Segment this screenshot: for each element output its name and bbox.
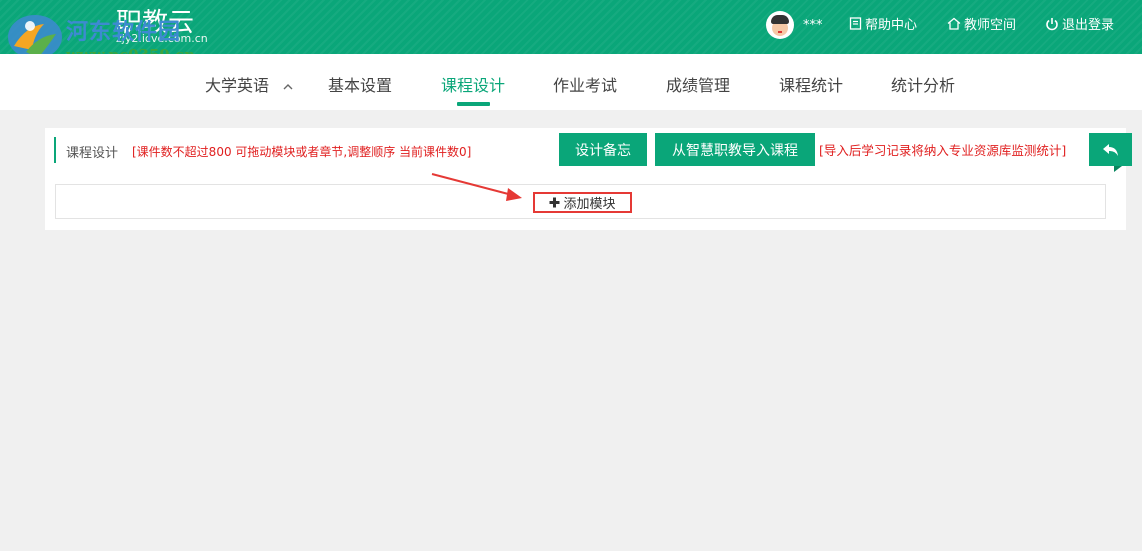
menu-item-basic-settings[interactable]: 基本设置 — [328, 72, 392, 96]
course-selector[interactable]: 大学英语 — [205, 72, 294, 96]
help-center-link[interactable]: 帮助中心 — [849, 14, 917, 33]
active-tab-indicator — [457, 102, 490, 106]
menu-item-homework-exam[interactable]: 作业考试 — [553, 72, 617, 96]
add-module-label: 添加模块 — [563, 197, 616, 212]
import-course-button[interactable]: 从智慧职教导入课程 — [655, 133, 815, 166]
menu-item-course-statistics[interactable]: 课程统计 — [779, 72, 843, 96]
teacher-space-label: 教师空间 — [964, 18, 1017, 33]
menu-item-grade-management[interactable]: 成绩管理 — [666, 72, 730, 96]
design-memo-button[interactable]: 设计备忘 — [559, 133, 647, 166]
help-center-label: 帮助中心 — [865, 18, 918, 33]
menu-item-statistical-analysis[interactable]: 统计分析 — [891, 72, 955, 96]
teacher-space-link[interactable]: 教师空间 — [947, 14, 1016, 33]
document-icon — [849, 17, 862, 30]
logout-link[interactable]: 退出登录 — [1045, 14, 1114, 33]
back-button[interactable] — [1089, 133, 1132, 166]
courseware-limit-note: [课件数不超过800 可拖动模块或者章节,调整顺序 当前课件数0] — [132, 145, 472, 159]
user-name: *** — [803, 17, 823, 33]
panel-title-marker — [54, 137, 56, 163]
power-icon — [1046, 17, 1058, 30]
course-name: 大学英语 — [205, 76, 270, 95]
panel-title: 课程设计 — [66, 146, 119, 161]
plus-icon — [549, 197, 560, 208]
import-note: [导入后学习记录将纳入专业资源库监测统计] — [819, 143, 1067, 158]
course-menu-bar: 大学英语 基本设置 课程设计 作业考试 成绩管理 课程统计 统计分析 — [0, 54, 1142, 110]
chevron-up-icon — [283, 83, 293, 89]
annotation-arrow-icon — [431, 173, 522, 201]
menu-item-course-design[interactable]: 课程设计 — [441, 72, 505, 96]
avatar — [766, 11, 794, 39]
reply-arrow-icon — [1102, 143, 1118, 156]
logout-label: 退出登录 — [1062, 18, 1115, 33]
add-module-button[interactable]: 添加模块 — [533, 192, 632, 213]
back-button-tail — [1114, 166, 1122, 172]
home-icon — [947, 17, 961, 30]
watermark-site-name: 河东软件园 — [66, 19, 182, 45]
user-menu[interactable]: *** — [766, 10, 823, 40]
